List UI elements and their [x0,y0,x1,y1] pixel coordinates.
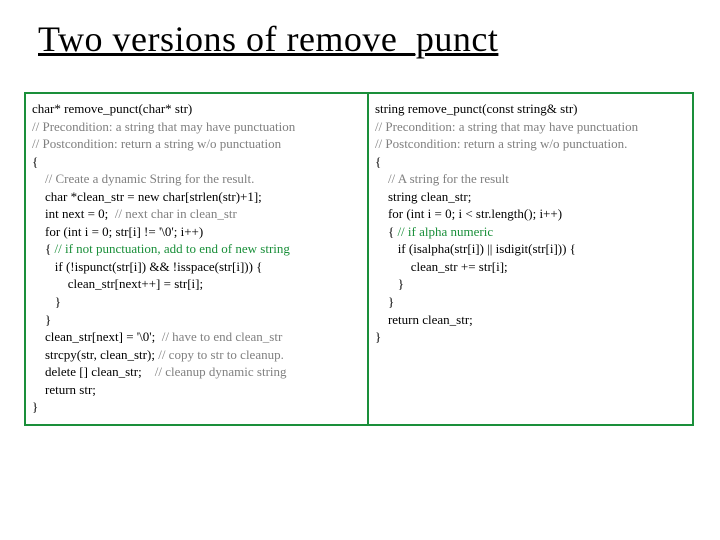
code-comment: // if not punctuation, add to end of new… [55,241,290,256]
code-comment: // cleanup dynamic string [155,364,287,379]
code-comment: // have to end clean_str [162,329,283,344]
code-comment: // A string for the result [375,170,686,188]
code-comment: // Postcondition: return a string w/o pu… [32,135,361,153]
slide-title: Two versions of remove_punct [0,0,720,70]
code-line: } [32,398,361,416]
code-line: } [375,328,686,346]
code-comment: // next char in clean_str [115,206,237,221]
code-line: return clean_str; [375,311,686,329]
code-comment: // copy to str to cleanup. [158,347,284,362]
right-code-column: string remove_punct(const string& str) /… [369,94,692,424]
code-line: for (int i = 0; i < str.length(); i++) [375,205,686,223]
code-line: } [32,293,361,311]
code-text: { [32,241,55,256]
slide: Two versions of remove_punct char* remov… [0,0,720,540]
code-text: { [375,224,398,239]
code-text: strcpy(str, clean_str); [32,347,158,362]
code-line: int next = 0; // next char in clean_str [32,205,361,223]
code-text: int next = 0; [32,206,115,221]
code-comment: // if alpha numeric [397,224,493,239]
code-line: string remove_punct(const string& str) [375,100,686,118]
code-line: clean_str += str[i]; [375,258,686,276]
code-line: clean_str[next] = '\0'; // have to end c… [32,328,361,346]
code-comment: // Create a dynamic String for the resul… [32,170,361,188]
code-comment: // Postcondition: return a string w/o pu… [375,135,686,153]
left-code-column: char* remove_punct(char* str) // Precond… [26,94,369,424]
code-line: char* remove_punct(char* str) [32,100,361,118]
code-line: string clean_str; [375,188,686,206]
code-line: delete [] clean_str; // cleanup dynamic … [32,363,361,381]
code-line: { [32,153,361,171]
code-line: if (!ispunct(str[i]) && !isspace(str[i])… [32,258,361,276]
code-line: { [375,153,686,171]
code-line: } [375,293,686,311]
code-line: { // if not punctuation, add to end of n… [32,240,361,258]
code-text: delete [] clean_str; [32,364,155,379]
code-line: } [375,275,686,293]
code-comparison-box: char* remove_punct(char* str) // Precond… [24,92,694,426]
code-comment: // Precondition: a string that may have … [32,118,361,136]
code-line: for (int i = 0; str[i] != '\0'; i++) [32,223,361,241]
code-line: clean_str[next++] = str[i]; [32,275,361,293]
code-line: return str; [32,381,361,399]
code-line: strcpy(str, clean_str); // copy to str t… [32,346,361,364]
code-text: clean_str[next] = '\0'; [32,329,162,344]
code-line: } [32,311,361,329]
code-line: if (isalpha(str[i]) || isdigit(str[i])) … [375,240,686,258]
code-line: { // if alpha numeric [375,223,686,241]
code-line: char *clean_str = new char[strlen(str)+1… [32,188,361,206]
code-comment: // Precondition: a string that may have … [375,118,686,136]
